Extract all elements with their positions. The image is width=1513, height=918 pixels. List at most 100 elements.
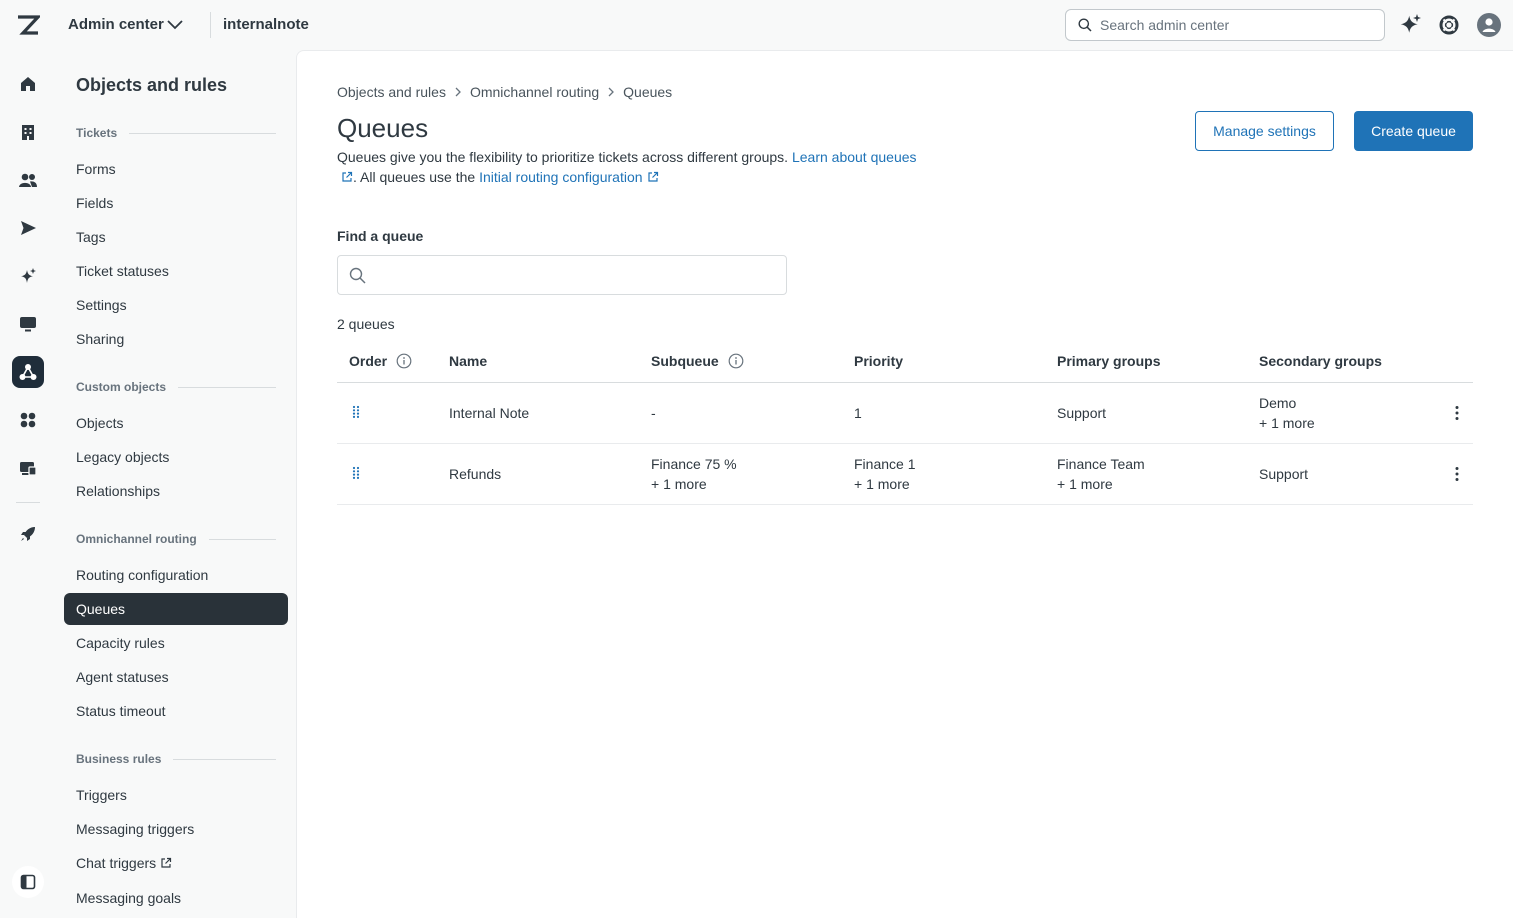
rail-home[interactable] xyxy=(12,68,44,100)
rail-people[interactable] xyxy=(12,164,44,196)
table-row: Refunds Finance 75 % + 1 more Finance 1 … xyxy=(337,444,1473,505)
rail-apps[interactable] xyxy=(12,404,44,436)
header-label: Subqueue xyxy=(651,353,719,369)
sparkle-icon[interactable] xyxy=(1398,13,1422,37)
sidebar-toggle[interactable] xyxy=(12,866,44,898)
nav-item-agent-statuses[interactable]: Agent statuses xyxy=(64,661,288,693)
column-header-secondary-groups: Secondary groups xyxy=(1259,353,1382,369)
nav-section-omnichannel: Omnichannel routing xyxy=(76,532,276,546)
home-icon xyxy=(21,77,35,91)
info-icon[interactable] xyxy=(396,353,412,369)
column-header-name: Name xyxy=(449,353,488,369)
drag-handle-icon[interactable] xyxy=(352,405,360,419)
nav-title: Objects and rules xyxy=(76,75,228,95)
header-label: Order xyxy=(349,353,388,369)
nav-item-messaging-triggers[interactable]: Messaging triggers xyxy=(64,813,288,845)
building-icon xyxy=(22,125,34,140)
rail-integrations[interactable] xyxy=(12,452,44,484)
nav-item-forms[interactable]: Forms xyxy=(64,153,288,185)
rail-getting-started[interactable] xyxy=(12,518,44,550)
nav-item-capacity-rules[interactable]: Capacity rules xyxy=(64,627,288,659)
nav-item-settings[interactable]: Settings xyxy=(64,289,288,321)
admin-search-input[interactable] xyxy=(1100,10,1378,40)
secondary-groups-more-link[interactable]: + 1 more xyxy=(1259,413,1315,433)
primary-groups-more-link[interactable]: + 1 more xyxy=(1057,474,1113,494)
link-text: Learn about queues xyxy=(791,149,917,165)
nav-section-label: Tickets xyxy=(76,126,118,140)
main-content: Objects and rules Omnichannel routing Qu… xyxy=(296,50,1513,918)
info-icon[interactable] xyxy=(728,353,744,369)
nav-item-routing-configuration[interactable]: Routing configuration xyxy=(64,559,288,591)
external-link-icon xyxy=(342,171,353,182)
objects-rules-icon xyxy=(19,364,37,380)
nav-item-fields[interactable]: Fields xyxy=(64,187,288,219)
more-options-icon xyxy=(1455,406,1459,420)
nav-item-queues[interactable]: Queues xyxy=(64,593,288,625)
subqueue-value: - xyxy=(651,405,656,421)
find-queue-label: Find a queue xyxy=(337,228,424,244)
breadcrumb: Objects and rules Omnichannel routing Qu… xyxy=(337,84,672,100)
chevron-down-icon[interactable] xyxy=(166,17,184,33)
desc-text: Queues give you the flexibility to prior… xyxy=(337,149,792,165)
nav-section-label: Custom objects xyxy=(76,380,167,394)
table-row: Internal Note - 1 Support Demo + 1 more xyxy=(337,383,1473,444)
external-link-icon xyxy=(161,857,172,868)
admin-search[interactable] xyxy=(1065,9,1385,41)
workspace-icon xyxy=(20,462,37,476)
zendesk-logo-icon[interactable] xyxy=(16,14,40,36)
breadcrumb-objects-rules[interactable]: Objects and rules xyxy=(337,84,446,100)
nav-section-label: Omnichannel routing xyxy=(76,532,197,546)
nav-section-custom-objects: Custom objects xyxy=(76,380,276,394)
find-queue-input[interactable] xyxy=(374,256,774,294)
nav-item-tags[interactable]: Tags xyxy=(64,221,288,253)
rail-channels[interactable] xyxy=(12,212,44,244)
queue-name-link[interactable]: Refunds xyxy=(449,464,501,484)
more-options-icon xyxy=(1455,467,1459,481)
drag-handle-icon[interactable] xyxy=(352,466,360,480)
row-menu-button[interactable] xyxy=(1449,403,1465,423)
column-header-subqueue: Subqueue xyxy=(651,353,744,369)
priority-more-link[interactable]: + 1 more xyxy=(854,474,910,494)
breadcrumb-omnichannel[interactable]: Omnichannel routing xyxy=(470,84,599,100)
find-queue-field[interactable] xyxy=(337,255,787,295)
nav-item-ticket-statuses[interactable]: Ticket statuses xyxy=(64,255,288,287)
nav-item-messaging-goals[interactable]: Messaging goals xyxy=(64,882,288,914)
rail-objects-rules[interactable] xyxy=(12,356,44,388)
secondary-groups-value: Demo xyxy=(1259,395,1297,411)
top-bar: Admin center internalnote xyxy=(0,0,1513,50)
page-title: Queues xyxy=(337,113,429,143)
routing-configuration-link[interactable]: Initial routing configuration xyxy=(479,169,658,185)
link-text: Initial routing configuration xyxy=(479,169,643,185)
create-queue-button[interactable]: Create queue xyxy=(1354,111,1473,151)
rail-workspaces[interactable] xyxy=(12,308,44,340)
nav-item-sharing[interactable]: Sharing xyxy=(64,323,288,355)
avatar-icon[interactable] xyxy=(1477,13,1501,37)
column-header-primary-groups: Primary groups xyxy=(1057,353,1161,369)
breadcrumb-current: Queues xyxy=(623,84,673,100)
subqueue-more-link[interactable]: + 1 more xyxy=(651,474,707,494)
nav-item-triggers[interactable]: Triggers xyxy=(64,779,288,811)
nav-item-legacy-objects[interactable]: Legacy objects xyxy=(64,441,288,473)
rail-account[interactable] xyxy=(12,116,44,148)
product-rail xyxy=(0,50,56,918)
nav-item-objects[interactable]: Objects xyxy=(64,407,288,439)
nav-item-relationships[interactable]: Relationships xyxy=(64,475,288,507)
help-icon[interactable] xyxy=(1437,13,1461,37)
nav-section-label: Business rules xyxy=(76,752,162,766)
queue-name-link[interactable]: Internal Note xyxy=(449,403,529,423)
rail-ai[interactable] xyxy=(12,260,44,292)
priority-value: Finance 1 xyxy=(854,456,916,472)
account-name: internalnote xyxy=(223,16,309,33)
desc-text: . All queues use the xyxy=(353,169,480,185)
primary-groups-value: Finance Team xyxy=(1057,456,1145,472)
row-menu-button[interactable] xyxy=(1449,464,1465,484)
search-icon xyxy=(1078,18,1092,32)
priority-value: 1 xyxy=(854,405,862,421)
external-link-icon xyxy=(647,171,658,182)
nav-item-chat-triggers[interactable]: Chat triggers xyxy=(64,847,288,879)
product-switcher[interactable]: Admin center xyxy=(68,16,164,33)
sidebar-toggle-icon xyxy=(20,874,36,890)
manage-settings-button[interactable]: Manage settings xyxy=(1195,111,1334,151)
nav-item-status-timeout[interactable]: Status timeout xyxy=(64,695,288,727)
rocket-icon xyxy=(21,527,35,541)
